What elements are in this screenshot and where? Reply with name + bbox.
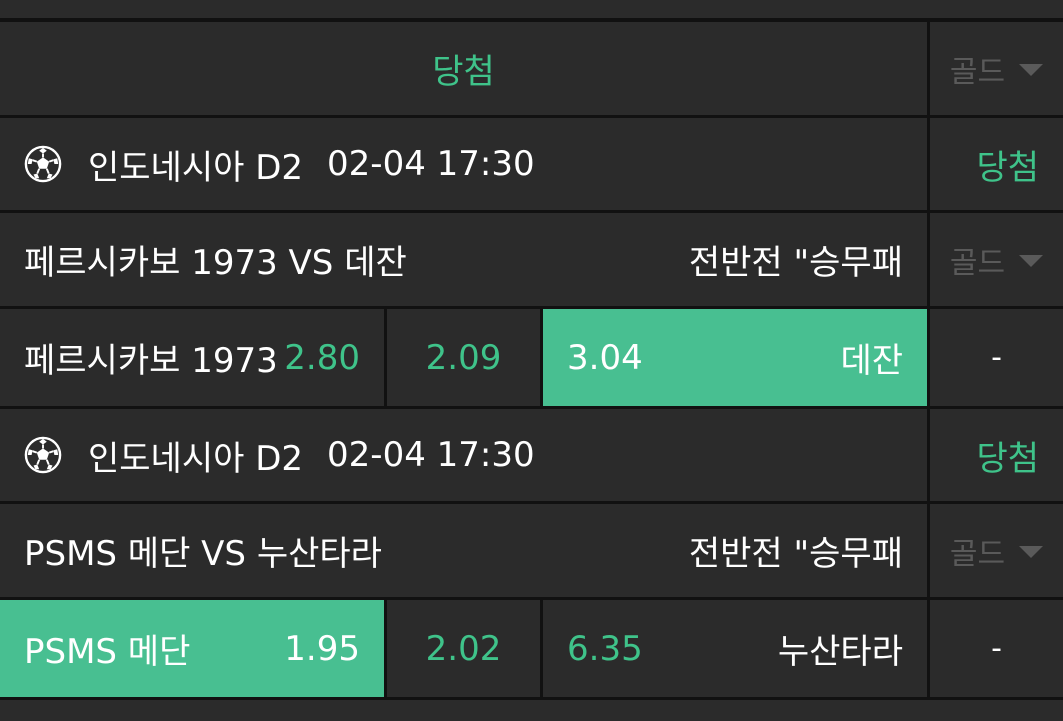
gold-dropdown[interactable]: 골드 — [930, 213, 1063, 306]
match-info-row: 인도네시아 D2 02-04 17:30 — [0, 409, 927, 501]
match-time: 02-04 17:30 — [327, 144, 535, 184]
gold-label: 골드 — [949, 536, 1006, 572]
home-team-name: 페르시카보 1973 — [24, 341, 278, 381]
status-badge: 당첨 — [976, 438, 1039, 479]
draw-odd-button[interactable]: 2.02 — [387, 600, 540, 697]
home-odd-button[interactable]: 페르시카보 1973 2.80 — [0, 309, 384, 406]
triangle-down-icon — [1019, 545, 1044, 558]
draw-odd: 2.09 — [425, 337, 502, 378]
league-name: 인도네시아 D2 — [88, 438, 304, 479]
teams-row: PSMS 메단 VS 누산타라 전반전 "승무패 — [0, 504, 927, 597]
gold-dropdown[interactable]: 골드 — [930, 504, 1063, 597]
soccer-ball-icon — [24, 145, 62, 183]
result-value: - — [991, 631, 1002, 666]
draw-odd: 2.02 — [425, 628, 502, 669]
header-title: 당첨 — [432, 52, 495, 92]
bottom-strip — [0, 700, 1063, 721]
top-strip — [0, 0, 1063, 18]
league-name: 인도네시아 D2 — [88, 147, 304, 188]
home-team-name: PSMS 메단 — [24, 632, 191, 672]
soccer-ball-icon — [24, 436, 62, 474]
match-time: 02-04 17:30 — [327, 435, 535, 475]
result-cell: - — [930, 600, 1063, 697]
draw-odd-button[interactable]: 2.09 — [387, 309, 540, 406]
match-status: 당첨 — [930, 118, 1063, 210]
away-odd: 6.35 — [567, 628, 643, 669]
away-team-name: 누산타라 — [777, 632, 903, 672]
home-odd: 1.95 — [284, 628, 360, 669]
gold-label: 골드 — [949, 54, 1006, 90]
result-value: - — [991, 340, 1002, 375]
teams-row: 페르시카보 1973 VS 데잔 전반전 "승무패 — [0, 213, 927, 306]
teams-title: PSMS 메단 VS 누산타라 — [24, 534, 382, 574]
market-name: 전반전 "승무패 — [688, 243, 903, 283]
triangle-down-icon — [1019, 63, 1044, 76]
gold-dropdown[interactable]: 골드 — [930, 22, 1063, 115]
away-team-name: 데잔 — [840, 341, 903, 381]
home-odd-button[interactable]: PSMS 메단 1.95 — [0, 600, 384, 697]
away-odd: 3.04 — [567, 337, 643, 378]
teams-title: 페르시카보 1973 VS 데잔 — [24, 243, 407, 283]
away-odd-button[interactable]: 3.04 데잔 — [543, 309, 927, 406]
result-cell: - — [930, 309, 1063, 406]
market-name: 전반전 "승무패 — [688, 534, 903, 574]
match-status: 당첨 — [930, 409, 1063, 501]
result-header: 당첨 — [0, 22, 927, 115]
away-odd-button[interactable]: 6.35 누산타라 — [543, 600, 927, 697]
home-odd: 2.80 — [284, 337, 360, 378]
match-info-row: 인도네시아 D2 02-04 17:30 — [0, 118, 927, 210]
status-badge: 당첨 — [976, 147, 1039, 188]
triangle-down-icon — [1019, 254, 1044, 267]
gold-label: 골드 — [949, 245, 1006, 281]
